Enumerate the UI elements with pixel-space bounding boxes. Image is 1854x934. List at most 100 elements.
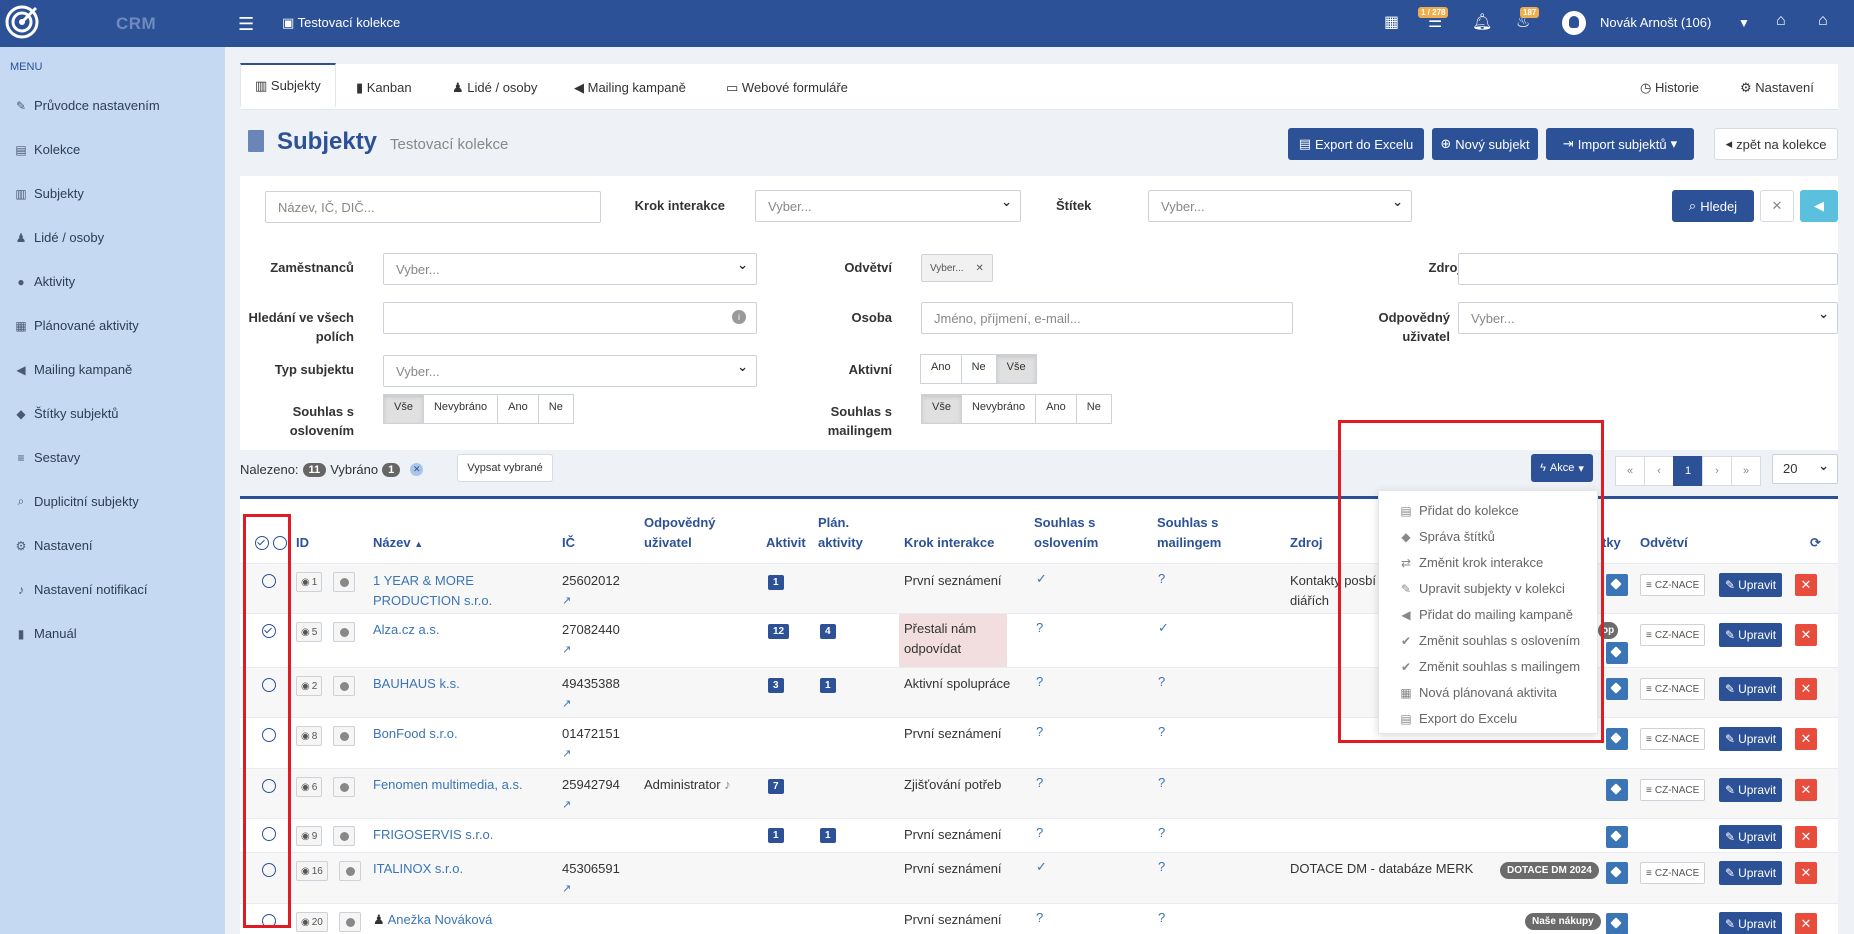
home-icon[interactable]: ⌂: [1818, 12, 1828, 30]
edit-button[interactable]: ✎ Upravit: [1719, 727, 1783, 751]
activity-count[interactable]: 12: [768, 624, 790, 639]
view-count[interactable]: ◉ 16: [296, 861, 328, 881]
subject-name[interactable]: 1 YEAR & MORE PRODUCTION s.r.o.: [373, 571, 533, 611]
page-prev[interactable]: ‹: [1644, 456, 1674, 486]
clear-filter-button[interactable]: ✕: [1760, 190, 1794, 222]
page-1[interactable]: 1: [1673, 456, 1703, 486]
tab-historie[interactable]: ◷ Historie: [1640, 80, 1699, 96]
activity-count[interactable]: 1: [768, 575, 784, 590]
tag-icon[interactable]: [1606, 862, 1628, 884]
activity-count[interactable]: 1: [768, 828, 784, 843]
zdroj-input[interactable]: [1458, 253, 1838, 285]
user-avatar[interactable]: [1562, 11, 1586, 35]
activity-count[interactable]: 7: [768, 779, 784, 794]
col-ic[interactable]: IČ: [562, 533, 575, 553]
souhlas-osl-ano[interactable]: Ano: [497, 394, 539, 424]
souhlas-mail-ne[interactable]: Ne: [1075, 394, 1112, 424]
export-excel-button[interactable]: ▤ Export do Excelu: [1288, 128, 1424, 160]
typ-select[interactable]: Vyber...: [383, 355, 757, 387]
edit-button[interactable]: ✎ Upravit: [1719, 778, 1783, 802]
edit-button[interactable]: ✎ Upravit: [1719, 825, 1783, 849]
contact-icon[interactable]: [339, 861, 361, 881]
edit-button[interactable]: ✎ Upravit: [1719, 861, 1783, 885]
contact-icon[interactable]: [333, 777, 355, 797]
col-zdroj[interactable]: Zdroj: [1290, 533, 1323, 553]
delete-button[interactable]: ✕: [1795, 913, 1817, 934]
sidebar-item-kolekce[interactable]: ▤ Kolekce: [14, 142, 80, 157]
tab-lide[interactable]: ♟ Lidé / osoby: [452, 80, 537, 96]
souhlas-osl-vse[interactable]: Vše: [383, 394, 424, 424]
souhlas-mail-nevybrano[interactable]: Nevybráno: [960, 394, 1037, 424]
bell-icon[interactable]: 🔔︎: [1472, 12, 1492, 32]
nace-button[interactable]: ≡ CZ-NACE: [1640, 728, 1706, 750]
edit-button[interactable]: ✎ Upravit: [1719, 677, 1783, 701]
col-aktivit[interactable]: Aktivit: [766, 533, 806, 553]
vypsat-vybrane-button[interactable]: Vypsat vybrané: [457, 454, 553, 482]
table-row[interactable]: ◉ 16 ITALINOX s.r.o. 45306591 ↗ První sez…: [240, 852, 1838, 903]
souhlas-mail-vse[interactable]: Vše: [921, 394, 962, 424]
sidebar-item-nastaveni[interactable]: ⚙ Nastavení: [14, 538, 93, 553]
table-row[interactable]: ◉ 6 Fenomen multimedia, a.s. 25942794 ↗ A…: [240, 768, 1838, 818]
delete-button[interactable]: ✕: [1795, 574, 1817, 596]
odvetvi-select[interactable]: Vyber... ✕: [921, 254, 993, 282]
odpovedny-select[interactable]: Vyber...: [1458, 302, 1838, 334]
contact-icon[interactable]: [339, 912, 361, 932]
clear-selection-icon[interactable]: ✕: [410, 463, 424, 476]
souhlas-osl-ne[interactable]: Ne: [537, 394, 574, 424]
tag-icon[interactable]: [1606, 642, 1628, 664]
view-count[interactable]: ◉ 6: [296, 777, 323, 797]
sidebar-item-stitky[interactable]: ◆ Štítky subjektů: [14, 406, 118, 421]
table-row[interactable]: ◉ 20 ♟ Anežka Nováková První seznámení ? …: [240, 903, 1838, 934]
col-id[interactable]: ID: [296, 533, 309, 553]
clear-icon[interactable]: ✕: [976, 263, 984, 274]
aktivni-ano[interactable]: Ano: [920, 354, 962, 384]
sidebar-item-manual[interactable]: ▮ Manuál: [14, 626, 77, 641]
planned-count[interactable]: 4: [820, 624, 836, 639]
krok-select[interactable]: Vyber...: [755, 190, 1021, 222]
subject-name[interactable]: BonFood s.r.o.: [373, 724, 458, 744]
nace-button[interactable]: ≡ CZ-NACE: [1640, 862, 1706, 884]
col-plan[interactable]: Plán. aktivity: [818, 513, 868, 553]
page-last[interactable]: »: [1731, 456, 1761, 486]
view-count[interactable]: ◉ 9: [296, 826, 323, 846]
collapse-filter-button[interactable]: ◀: [1800, 190, 1838, 222]
activity-count[interactable]: 3: [768, 678, 784, 693]
edit-button[interactable]: ✎ Upravit: [1719, 912, 1783, 934]
tag-icon[interactable]: [1606, 728, 1628, 750]
col-souhlas-mail[interactable]: Souhlas s mailingem: [1157, 513, 1237, 553]
col-nazev[interactable]: Název ▲: [373, 533, 423, 554]
col-odvetvi[interactable]: Odvětví: [1640, 533, 1688, 553]
view-count[interactable]: ◉ 20: [296, 912, 328, 932]
delete-button[interactable]: ✕: [1795, 862, 1817, 884]
col-krok[interactable]: Krok interakce: [904, 533, 994, 553]
delete-button[interactable]: ✕: [1795, 826, 1817, 848]
tag-icon[interactable]: [1606, 678, 1628, 700]
sidebar-item-lide[interactable]: ♟ Lidé / osoby: [14, 230, 105, 245]
subject-name[interactable]: Fenomen multimedia, a.s.: [373, 775, 523, 795]
col-stitky[interactable]: tky: [1602, 533, 1621, 553]
subject-name[interactable]: FRIGOSERVIS s.r.o.: [373, 825, 493, 845]
nace-button[interactable]: ≡ CZ-NACE: [1640, 624, 1706, 646]
aktivni-ne[interactable]: Ne: [960, 354, 997, 384]
delete-button[interactable]: ✕: [1795, 624, 1817, 646]
tag-icon[interactable]: [1606, 913, 1628, 934]
tab-kanban[interactable]: ▮ Kanban: [356, 80, 412, 96]
nace-button[interactable]: ≡ CZ-NACE: [1640, 779, 1706, 801]
sidebar-item-pruvodce[interactable]: ✎ Průvodce nastavením: [14, 98, 160, 113]
new-subject-button[interactable]: ⊕ Nový subjekt: [1432, 128, 1538, 160]
tab-subjekty[interactable]: ▥ Subjekty: [240, 63, 336, 107]
nace-button[interactable]: ≡ CZ-NACE: [1640, 574, 1706, 596]
subject-name[interactable]: Alza.cz a.s.: [373, 620, 439, 640]
tag-icon[interactable]: [1606, 779, 1628, 801]
external-link-icon[interactable]: ↗: [562, 591, 571, 611]
import-subjects-button[interactable]: ⇥ Import subjektů ▾: [1546, 128, 1694, 160]
col-souhlas-osl[interactable]: Souhlas s oslovením: [1034, 513, 1114, 553]
view-count[interactable]: ◉ 5: [296, 622, 323, 642]
sidebar-item-mailing[interactable]: ◀ Mailing kampaně: [14, 362, 132, 377]
current-collection[interactable]: ▣ Testovací kolekce: [282, 15, 400, 31]
planned-count[interactable]: 1: [820, 828, 836, 843]
contact-icon[interactable]: [333, 726, 355, 746]
calendar-icon[interactable]: ▦: [1384, 12, 1399, 32]
subject-name[interactable]: ITALINOX s.r.o.: [373, 859, 463, 879]
contact-icon[interactable]: [333, 676, 355, 696]
